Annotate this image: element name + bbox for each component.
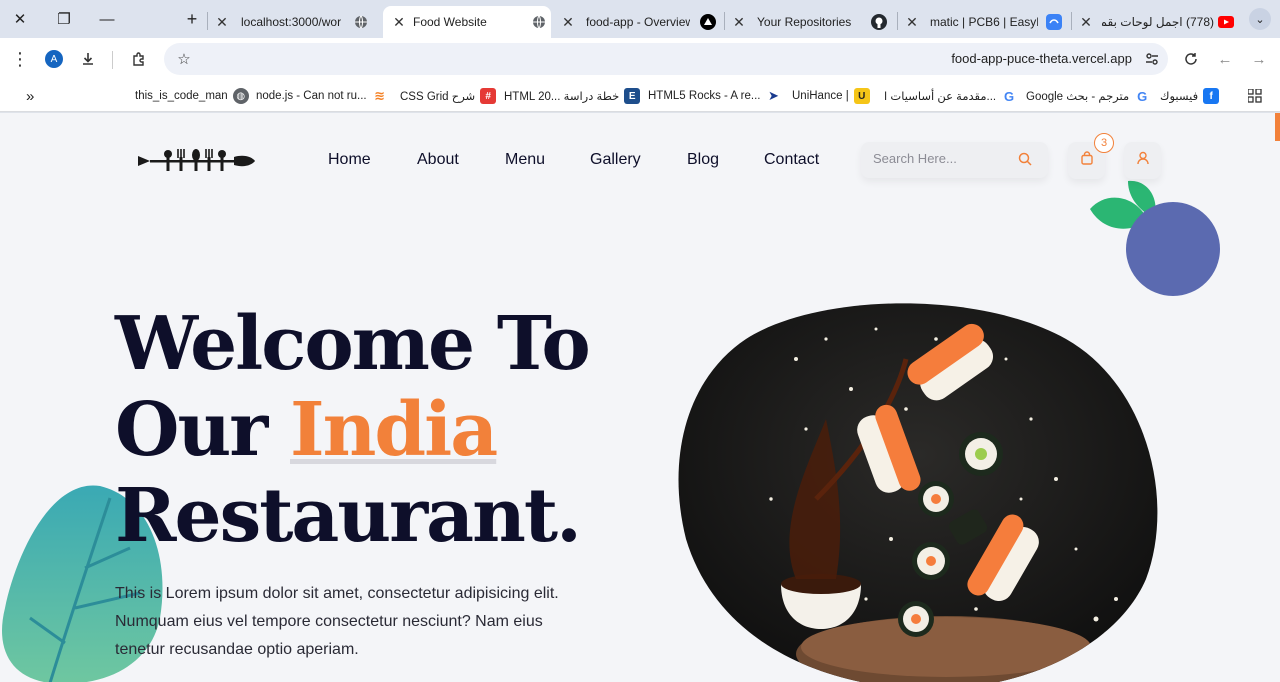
nav-gallery-link[interactable]: Gallery [590,151,641,169]
heading-line-2-prefix: Our [115,387,268,473]
bookmark-label: فيسبوك [1160,91,1199,103]
browser-tab-bar: ✕ ❐ — + ✕ localhost:3000/work ✕ Food Web… [0,0,1280,38]
bookmark-item[interactable]: HTML 20... خطة دراسة E [504,87,641,105]
bookmark-label: HTML 20... خطة دراسة [504,91,620,103]
shopping-bag-icon [1080,151,1094,170]
heading-line-3: Restaurant. [115,473,582,559]
profile-avatar[interactable]: A [42,47,66,71]
bookmark-label: CSS Grid شرح [400,91,476,103]
css-grid-icon: # [480,88,497,104]
vercel-icon [700,14,716,30]
blueberry-decoration [1090,180,1220,296]
tab-close-icon[interactable]: ✕ [391,14,407,30]
search-box [861,142,1048,178]
bookmark-item[interactable]: node.js - Can not ru... ≋ [256,87,388,105]
bookmark-item[interactable]: CSS Grid شرح # [400,87,497,105]
tab-localhost[interactable]: ✕ localhost:3000/work [214,6,378,38]
bookmark-label: UniHance | [792,90,849,102]
extensions-puzzle-icon[interactable] [127,47,151,71]
bookmark-label: مقدمة عن أساسيات ا... [884,91,997,103]
easyeda-icon [1046,14,1062,30]
nav-home-link[interactable]: Home [328,151,371,169]
bookmarks-bar: » this_is_code_man ◍ node.js - Can not r… [0,80,1280,112]
bookmark-item[interactable]: Google مترجم - بحث G [1026,87,1150,105]
tab-title: (778) اجمل لوحات بقما [1102,15,1214,29]
tab-title: food-app - Overview [586,15,690,29]
google-icon: G [1004,88,1015,104]
close-window-icon[interactable]: ✕ [8,8,32,30]
tab-easyeda[interactable]: ✕ matic | PCB6 | EasyED [904,6,1066,38]
e-icon: E [624,88,641,104]
bookmarks-overflow-icon[interactable]: » [26,87,34,105]
bookmark-label: node.js - Can not ru... [256,90,367,102]
globe-icon [531,14,547,30]
site-settings-icon[interactable] [1140,47,1164,71]
restore-window-icon[interactable]: ❐ [52,8,76,30]
bookmark-label: Google مترجم - بحث [1026,91,1130,103]
cart-count-badge: 3 [1094,133,1114,153]
bookmark-star-icon[interactable]: ☆ [172,47,196,71]
nav-contact-link[interactable]: Contact [764,151,819,169]
hero-description: This is Lorem ipsum dolor sit amet, cons… [115,585,559,658]
search-input[interactable] [873,151,1013,166]
github-icon [871,14,887,30]
bookmark-item[interactable]: مقدمة عن أساسيات ا... G [884,87,1017,105]
bookmark-item[interactable]: HTML5 Rocks - A re... ➤ [648,87,781,105]
new-tab-button[interactable]: + [180,8,204,30]
bookmark-item[interactable]: UniHance | U [792,87,870,105]
address-bar[interactable]: ☆ food-app-puce-theta.vercel.app [164,43,1168,75]
tab-food-website[interactable]: ✕ Food Website [383,6,551,38]
download-icon[interactable] [76,47,100,71]
user-icon [1136,151,1150,170]
bookmark-label: HTML5 Rocks - A re... [648,90,761,102]
nav-about-link[interactable]: About [417,151,459,169]
bookmark-item[interactable]: فيسبوك f [1160,87,1220,105]
tab-search-chevron-down-icon[interactable]: ⌄ [1249,8,1271,30]
search-icon[interactable] [1018,152,1032,171]
nav-menu-link[interactable]: Menu [505,151,545,169]
tab-food-app-overview[interactable]: ✕ food-app - Overview [560,6,720,38]
nav-blog-link[interactable]: Blog [687,151,719,169]
bookmark-item[interactable]: this_is_code_man ◍ [135,87,249,105]
kebab-menu-icon[interactable]: ⋮ [8,47,32,71]
heading-line-1: Welcome To [115,301,591,387]
scrollbar-thumb[interactable] [1275,113,1280,141]
tab-close-icon[interactable]: ✕ [904,14,920,30]
hero-heading: Welcome To Our India Restaurant. [115,301,591,559]
apps-grid-icon[interactable] [1248,87,1262,105]
globe-icon: ◍ [232,88,249,104]
url-text[interactable]: food-app-puce-theta.vercel.app [951,51,1132,66]
page-viewport: Home About Menu Gallery Blog Contact 3 W… [0,113,1280,682]
user-account-button[interactable] [1124,142,1161,179]
back-arrow-icon[interactable]: ← [1213,47,1237,71]
tab-title: matic | PCB6 | EasyED [930,15,1038,29]
tab-close-icon[interactable]: ✕ [560,14,576,30]
youtube-icon [1218,14,1234,30]
tab-close-icon[interactable]: ✕ [214,14,230,30]
minimize-window-icon[interactable]: — [95,8,119,30]
avatar-initial: A [45,50,63,68]
site-logo[interactable] [136,148,256,174]
facebook-icon: f [1203,88,1220,104]
tab-youtube[interactable]: ✕ (778) اجمل لوحات بقما [1078,6,1240,38]
tab-title: Food Website [413,15,487,29]
tab-your-repositories[interactable]: ✕ Your Repositories [731,6,891,38]
hero-food-image [678,303,1158,682]
bookmark-label: this_is_code_man [135,90,228,102]
html5rocks-icon: ➤ [768,88,779,103]
tab-title: Your Repositories [757,15,852,29]
reload-icon[interactable] [1179,47,1203,71]
tab-close-icon[interactable]: ✕ [1078,14,1094,30]
browser-toolbar: ⋮ A ☆ food-app-puce-theta.vercel.app ← → [0,38,1280,80]
tab-title: localhost:3000/work [241,15,341,29]
google-icon: G [1137,88,1148,104]
forward-arrow-icon[interactable]: → [1247,47,1271,71]
unihance-icon: U [853,88,870,104]
tab-close-icon[interactable]: ✕ [731,14,747,30]
globe-icon [353,14,369,30]
heading-accent-word: India [290,387,498,473]
stackoverflow-icon: ≋ [374,88,386,103]
